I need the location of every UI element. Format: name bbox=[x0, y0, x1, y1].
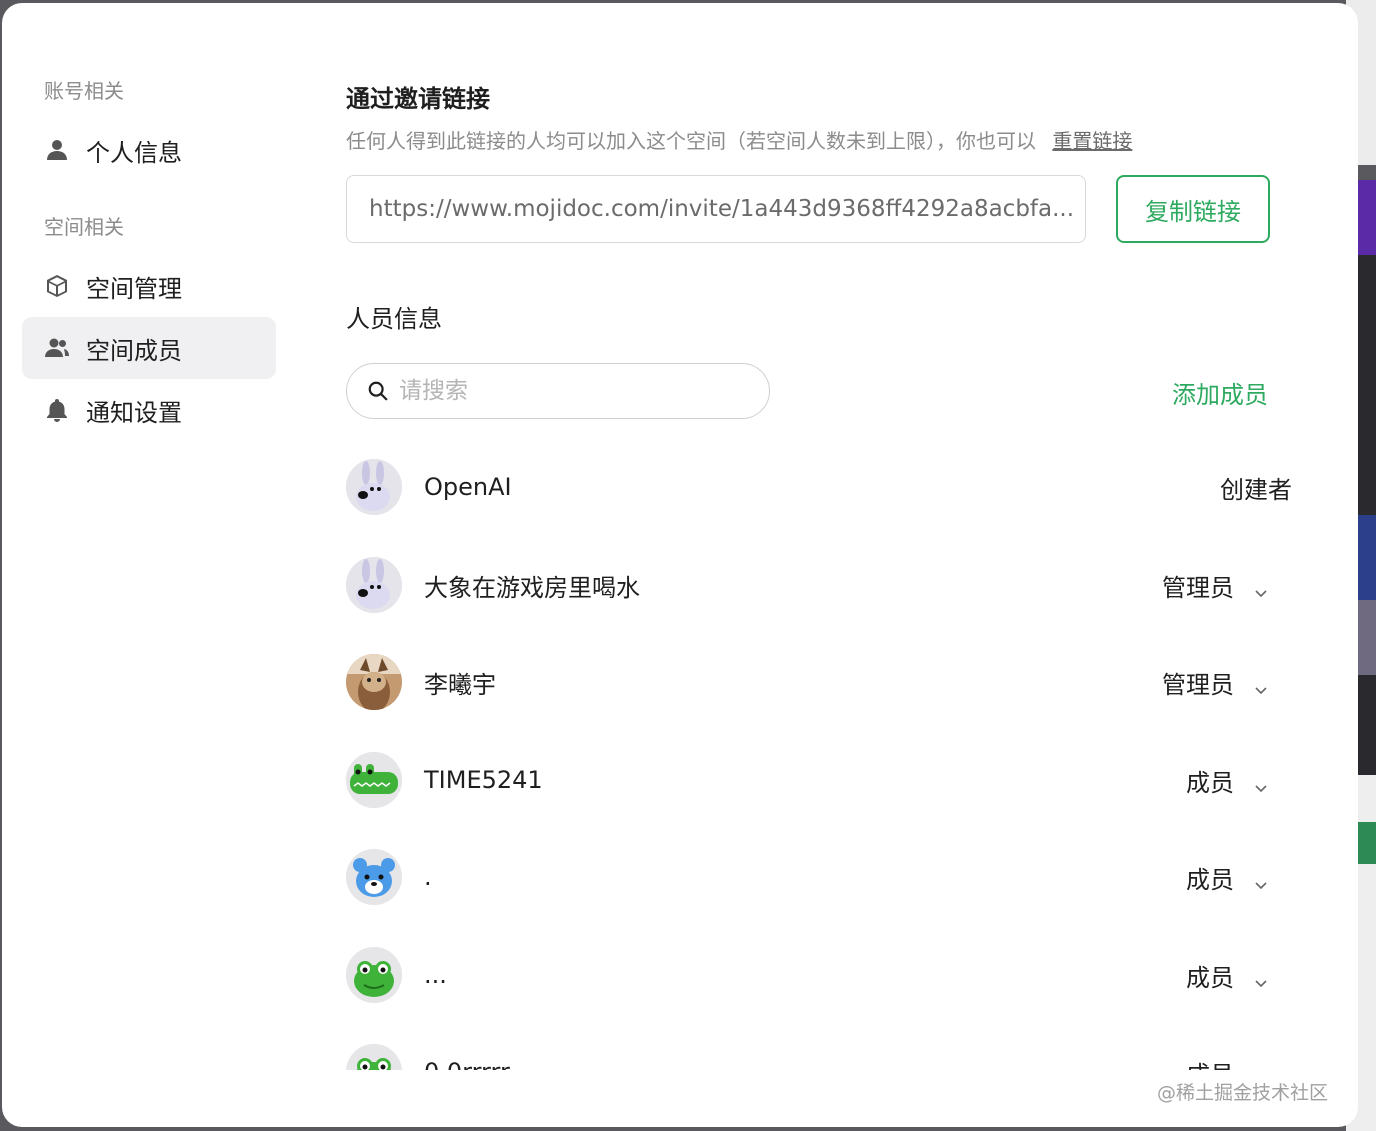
chevron-down-icon bbox=[1254, 1065, 1268, 1070]
invite-description: 任何人得到此链接的人均可以加入这个空间（若空间人数未到上限），你也可以 重置链接 bbox=[346, 125, 1132, 154]
member-name: 0 0rrrrr bbox=[424, 1058, 510, 1070]
search-icon bbox=[368, 381, 388, 401]
watermark: @稀土掘金技术社区 bbox=[1156, 1082, 1328, 1104]
sidebar-item-label: 空间成员 bbox=[86, 336, 182, 365]
member-name: ... bbox=[424, 961, 447, 989]
frog-avatar bbox=[346, 1044, 402, 1070]
member-role-label: 成员 bbox=[1186, 963, 1234, 992]
member-role-label: 成员 bbox=[1186, 768, 1234, 797]
users-icon bbox=[44, 335, 70, 361]
members-title: 人员信息 bbox=[346, 305, 442, 333]
bear-avatar bbox=[346, 849, 402, 905]
member-name: 大象在游戏房里喝水 bbox=[424, 573, 640, 602]
member-row: ... 成员 bbox=[346, 945, 1292, 1005]
sidebar-item-space-management[interactable]: 空间管理 bbox=[22, 255, 276, 317]
invite-description-text: 任何人得到此链接的人均可以加入这个空间（若空间人数未到上限），你也可以 bbox=[346, 129, 1036, 153]
member-role-label: 成员 bbox=[1186, 1055, 1234, 1071]
member-name: 李曦宇 bbox=[424, 670, 496, 699]
member-row: TIME5241 成员 bbox=[346, 750, 1292, 810]
member-role-dropdown[interactable]: 成员 bbox=[1186, 958, 1268, 993]
account-section-title: 账号相关 bbox=[44, 79, 124, 103]
frog-avatar bbox=[346, 947, 402, 1003]
member-name: TIME5241 bbox=[424, 766, 543, 794]
member-name: . bbox=[424, 863, 432, 891]
chevron-down-icon bbox=[1254, 773, 1268, 793]
bunny-avatar bbox=[346, 459, 402, 515]
member-row: 0 0rrrrr 成员 bbox=[346, 1042, 1292, 1070]
chevron-down-icon bbox=[1254, 578, 1268, 598]
settings-modal: 账号相关 个人信息 空间相关 空间管理 空间成员 通知设置 通过邀请链接 任何人… bbox=[2, 3, 1358, 1127]
member-search[interactable] bbox=[346, 363, 770, 419]
member-row: 大象在游戏房里喝水 管理员 bbox=[346, 555, 1292, 615]
copy-link-button[interactable]: 复制链接 bbox=[1116, 175, 1270, 243]
chevron-down-icon bbox=[1254, 870, 1268, 890]
member-role-dropdown[interactable]: 成员 bbox=[1186, 1055, 1268, 1071]
member-role: 创建者 bbox=[1220, 470, 1292, 505]
member-role-dropdown[interactable]: 管理员 bbox=[1162, 665, 1268, 700]
member-row: . 成员 bbox=[346, 847, 1292, 907]
space-section-title: 空间相关 bbox=[44, 215, 124, 239]
member-row: OpenAI 创建者 bbox=[346, 457, 1292, 517]
reset-link[interactable]: 重置链接 bbox=[1052, 129, 1132, 153]
sidebar-item-label: 通知设置 bbox=[86, 398, 182, 427]
member-role-label: 管理员 bbox=[1162, 670, 1234, 699]
member-role-label: 成员 bbox=[1186, 865, 1234, 894]
sidebar-item-notifications[interactable]: 通知设置 bbox=[22, 379, 276, 441]
cube-icon bbox=[44, 273, 70, 299]
invite-title: 通过邀请链接 bbox=[346, 85, 490, 113]
add-member-button[interactable]: 添加成员 bbox=[1172, 375, 1268, 410]
member-role-label: 创建者 bbox=[1220, 475, 1292, 504]
search-input[interactable] bbox=[399, 378, 739, 404]
chevron-down-icon bbox=[1254, 968, 1268, 988]
member-role-label: 管理员 bbox=[1162, 573, 1234, 602]
bell-icon bbox=[44, 397, 70, 423]
invite-link-field[interactable]: https://www.mojidoc.com/invite/1a443d936… bbox=[346, 175, 1086, 243]
member-role-dropdown[interactable]: 成员 bbox=[1186, 763, 1268, 798]
sidebar-item-label: 空间管理 bbox=[86, 274, 182, 303]
sidebar-item-space-members[interactable]: 空间成员 bbox=[22, 317, 276, 379]
sidebar-item-profile[interactable]: 个人信息 bbox=[22, 119, 276, 181]
user-icon bbox=[44, 137, 70, 163]
bunny-avatar bbox=[346, 557, 402, 613]
member-list: OpenAI 创建者 大象在游戏房里喝水 管理员 李曦宇 管理员 TIME524… bbox=[346, 455, 1296, 1070]
crocodile-avatar bbox=[346, 752, 402, 808]
sidebar-item-label: 个人信息 bbox=[86, 138, 182, 167]
member-role-dropdown[interactable]: 成员 bbox=[1186, 860, 1268, 895]
chevron-down-icon bbox=[1254, 675, 1268, 695]
member-name: OpenAI bbox=[424, 473, 512, 501]
member-role-dropdown[interactable]: 管理员 bbox=[1162, 568, 1268, 603]
member-row: 李曦宇 管理员 bbox=[346, 652, 1292, 712]
cat-photo-avatar bbox=[346, 654, 402, 710]
